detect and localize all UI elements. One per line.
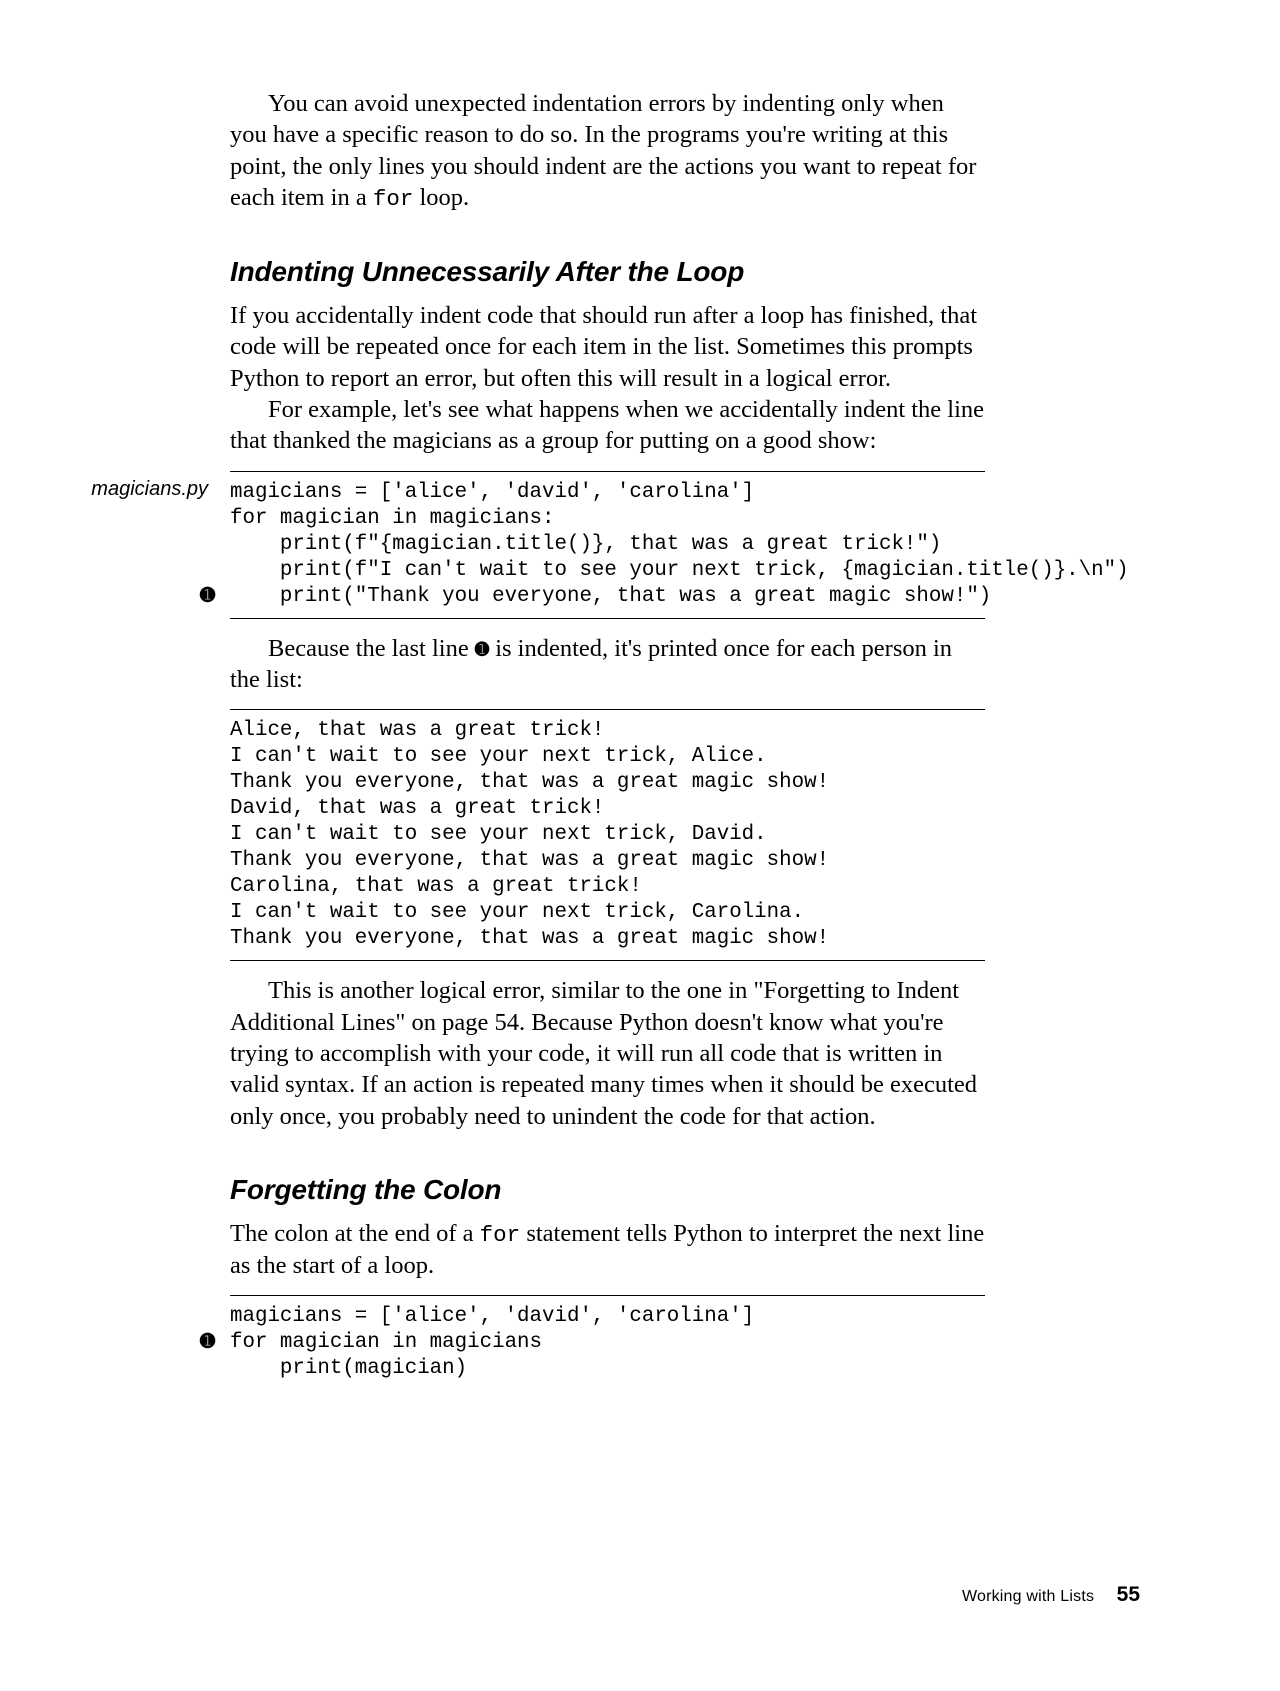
code-block-magicians: magicians.py magicians = ['alice', 'davi… <box>230 471 985 619</box>
code-block-colon: magicians = ['alice', 'david', 'carolina… <box>230 1295 985 1390</box>
footer-chapter-title: Working with Lists <box>962 1588 1094 1605</box>
code-line: print(magician) <box>230 1356 985 1382</box>
output-block: Alice, that was a great trick!I can't wa… <box>230 709 985 961</box>
code-line: magicians = ['alice', 'david', 'carolina… <box>230 480 985 506</box>
output-line: Thank you everyone, that was a great mag… <box>230 926 985 952</box>
footer-page-number: 55 <box>1117 1583 1140 1606</box>
code-line: for magician in magicians: <box>230 506 985 532</box>
text: loop. <box>413 184 469 211</box>
code-text: for magician in magicians <box>230 1331 542 1354</box>
text: Because the last line <box>268 635 475 662</box>
code-text: print("Thank you everyone, that was a gr… <box>230 585 991 608</box>
paragraph: Because the last line ➊ is indented, it'… <box>230 633 985 696</box>
output-line: David, that was a great trick! <box>230 796 985 822</box>
output-line: Thank you everyone, that was a great mag… <box>230 848 985 874</box>
code-line-with-callout: ➊for magician in magicians <box>230 1330 985 1356</box>
code-lines: magicians = ['alice', 'david', 'carolina… <box>230 1296 985 1390</box>
paragraph-intro: You can avoid unexpected indentation err… <box>230 88 985 214</box>
output-line: Alice, that was a great trick! <box>230 718 985 744</box>
callout-marker-1: ➊ <box>200 584 215 607</box>
paragraph: The colon at the end of a for statement … <box>230 1218 985 1281</box>
content-column: You can avoid unexpected indentation err… <box>230 88 985 1390</box>
output-line: I can't wait to see your next trick, Dav… <box>230 822 985 848</box>
text: You can avoid unexpected indentation err… <box>230 90 976 211</box>
text: The colon at the end of a <box>230 1220 480 1247</box>
heading-indent-after-loop: Indenting Unnecessarily After the Loop <box>230 256 985 288</box>
inline-code-for: for <box>480 1222 521 1248</box>
output-line: I can't wait to see your next trick, Ali… <box>230 744 985 770</box>
output-lines: Alice, that was a great trick!I can't wa… <box>230 710 985 960</box>
heading-forgetting-colon: Forgetting the Colon <box>230 1174 985 1206</box>
code-line: print(f"I can't wait to see your next tr… <box>230 558 985 584</box>
output-line: I can't wait to see your next trick, Car… <box>230 900 985 926</box>
inline-code-for: for <box>373 186 414 212</box>
paragraph: If you accidentally indent code that sho… <box>230 300 985 394</box>
callout-marker-2: ➊ <box>200 1330 215 1353</box>
code-lines: magicians = ['alice', 'david', 'carolina… <box>230 472 985 618</box>
code-filename-label: magicians.py <box>48 478 208 501</box>
code-line-with-callout: ➊ print("Thank you everyone, that was a … <box>230 584 985 610</box>
inline-callout-1: ➊ <box>475 640 489 659</box>
paragraph: For example, let's see what happens when… <box>230 394 985 457</box>
page: You can avoid unexpected indentation err… <box>0 0 1280 1691</box>
output-line: Thank you everyone, that was a great mag… <box>230 770 985 796</box>
code-line: print(f"{magician.title()}, that was a g… <box>230 532 985 558</box>
paragraph: This is another logical error, similar t… <box>230 975 985 1132</box>
output-line: Carolina, that was a great trick! <box>230 874 985 900</box>
code-line: magicians = ['alice', 'david', 'carolina… <box>230 1304 985 1330</box>
page-footer: Working with Lists 55 <box>962 1583 1140 1607</box>
